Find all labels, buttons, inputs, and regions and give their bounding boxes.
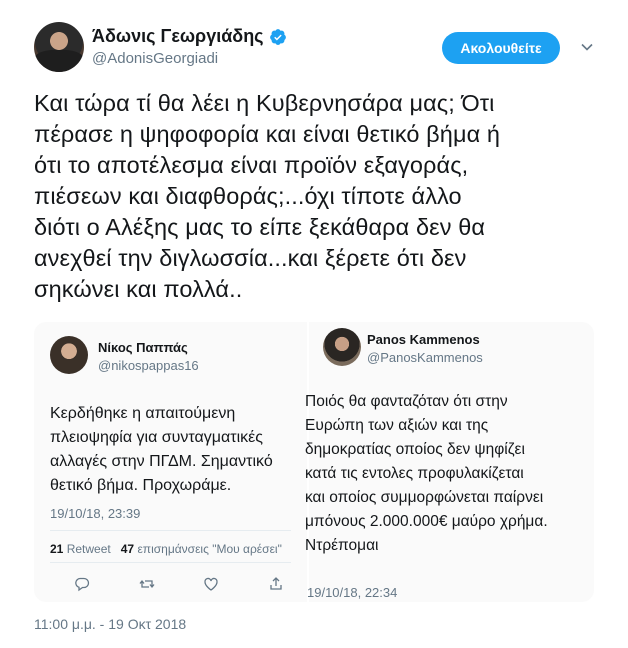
quoted-author-handle: @nikospappas16 <box>98 358 199 373</box>
quoted-text-line: και οποίος συμμορφώνεται παίρνει <box>305 489 544 506</box>
quoted-text-line: κατά τις εντολες προφυλακίζεται <box>305 465 524 482</box>
tweet-text-line: ανεχθεί την διγλωσσία...και ξέρετε ότι δ… <box>34 245 467 271</box>
tweet-text-line: διότι ο Αλέξης μας το είπε ξεκάθαρα δεν … <box>34 214 486 240</box>
following-button[interactable]: Ακολουθείτε <box>442 32 560 64</box>
tweet-text-line: σηκώνει και πολλά.. <box>34 276 243 302</box>
chevron-down-icon[interactable] <box>580 40 594 54</box>
screenshot-right[interactable]: Panos Kammenos @PanosKammenos Ποιός θα φ… <box>305 322 594 602</box>
avatar[interactable] <box>34 22 84 72</box>
quoted-tweet-text: Ποιός θα φανταζόταν ότι στην Ευρώπη των … <box>305 390 548 558</box>
quoted-text-line: Ποιός θα φανταζόταν ότι στην <box>305 393 508 410</box>
tweet-timestamp[interactable]: 11:00 μ.μ. - 19 Οκτ 2018 <box>34 616 186 632</box>
engagement-stats: 21 Retweet 47 επισημάνσεις "Μου αρέσει" <box>50 542 282 556</box>
tweet-text-line: πιέσεων και διαφθοράς;...όχι τίποτε άλλο <box>34 183 462 209</box>
quoted-date: 19/10/18, 22:34 <box>307 585 398 600</box>
reply-icon <box>75 577 90 592</box>
avatar <box>323 328 361 366</box>
quoted-tweet-text: Κερδήθηκε η απαιτούμενη πλειοψηφία για σ… <box>50 402 273 498</box>
quoted-action-row <box>74 576 284 592</box>
quoted-text-line: Ντρέπομαι <box>305 537 379 554</box>
retweet-count: 21 <box>50 542 64 556</box>
tweet-media-images[interactable]: Νίκος Παππάς @nikospappas16 Κερδήθηκε η … <box>34 322 594 602</box>
quoted-text-line: θετικό βήμα. Προχωράμε. <box>50 477 232 494</box>
author-name-row[interactable]: Άδωνις Γεωργιάδης <box>92 26 287 47</box>
heart-icon <box>204 577 218 591</box>
author-handle[interactable]: @AdonisGeorgiadi <box>92 50 218 67</box>
tweet-text-line: Και τώρα τί θα λέει η Κυβερνησάρα μας; Ό… <box>34 90 495 116</box>
quoted-text-line: Κερδήθηκε η απαιτούμενη <box>50 405 236 422</box>
tweet-text: Και τώρα τί θα λέει η Κυβερνησάρα μας; Ό… <box>34 88 604 305</box>
screenshot-left[interactable]: Νίκος Παππάς @nikospappas16 Κερδήθηκε η … <box>34 322 309 602</box>
like-label: επισημάνσεις "Μου αρέσει" <box>137 542 282 556</box>
quoted-text-line: πλειοψηφία για συνταγματικές <box>50 429 263 446</box>
tweet-text-line: ότι το αποτέλεσμα είναι προϊόν εξαγοράς, <box>34 152 469 178</box>
avatar <box>50 336 88 374</box>
quoted-text-line: Ευρώπη των αξιών και της <box>305 417 489 434</box>
quoted-text-line: μπόνους 2.000.000€ μαύρο χρήμα. <box>305 513 548 530</box>
retweet-label: Retweet <box>66 542 111 556</box>
quoted-text-line: αλλαγές στην ΠΓΔΜ. Σημαντικό <box>50 453 273 470</box>
tweet-header: Άδωνις Γεωργιάδης @AdonisGeorgiadi Ακολο… <box>34 22 604 74</box>
share-icon <box>270 577 282 590</box>
quoted-author-handle: @PanosKammenos <box>367 350 483 365</box>
author-name[interactable]: Άδωνις Γεωργιάδης <box>92 26 264 47</box>
divider <box>50 530 291 531</box>
retweet-icon <box>139 579 155 589</box>
quoted-author-name: Νίκος Παππάς <box>98 340 188 355</box>
verified-badge-icon <box>269 28 286 45</box>
quoted-author-name: Panos Kammenos <box>367 332 480 347</box>
divider <box>50 562 291 563</box>
quoted-date: 19/10/18, 23:39 <box>50 506 141 521</box>
quoted-text-line: δημοκρατίας οποίος δεν ψηφίζει <box>305 441 525 458</box>
tweet-text-line: πέρασε η ψηφοφορία και είναι θετικό βήμα… <box>34 121 501 147</box>
like-count: 47 <box>120 542 135 556</box>
